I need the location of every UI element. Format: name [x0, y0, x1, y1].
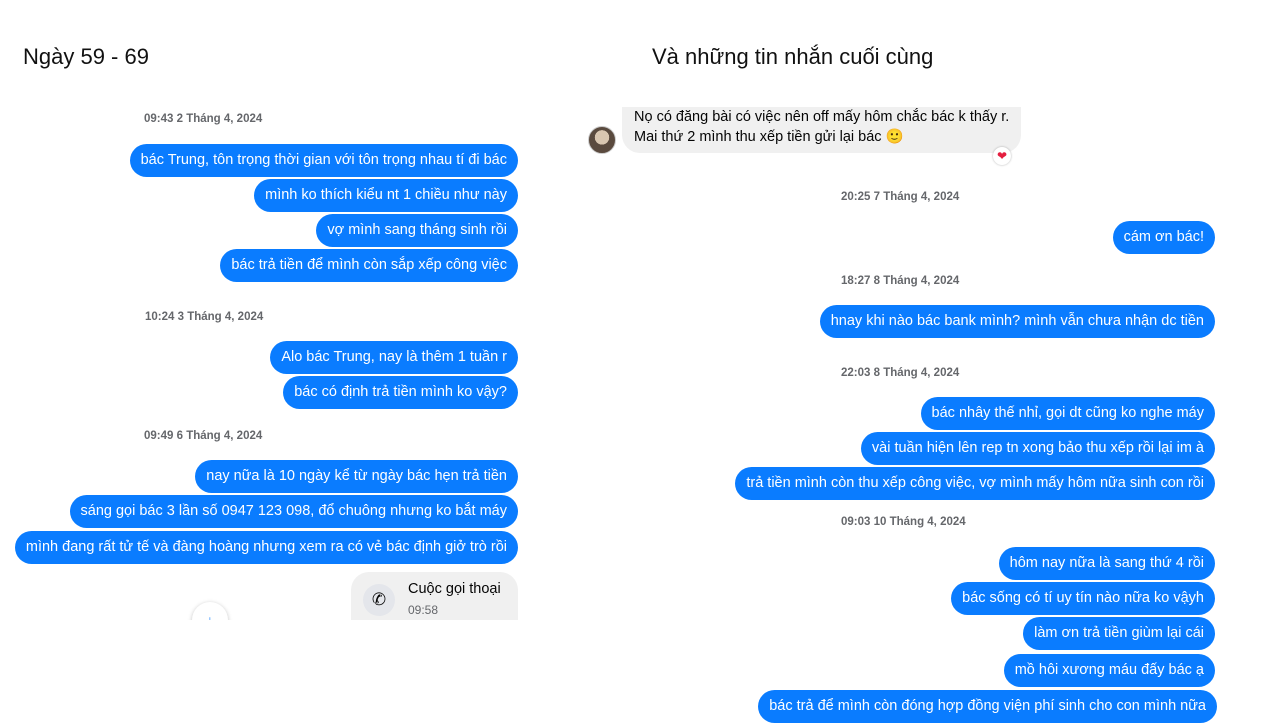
message-bubble[interactable]: làm ơn trả tiền giùm lại cái [1023, 617, 1215, 650]
timestamp: 18:27 8 Tháng 4, 2024 [841, 275, 960, 287]
left-heading: Ngày 59 - 69 [23, 44, 149, 69]
message-bubble[interactable]: nay nữa là 10 ngày kể từ ngày bác hẹn tr… [195, 460, 518, 493]
message-bubble[interactable]: bác Trung, tôn trọng thời gian với tôn t… [129, 144, 518, 177]
message-bubble[interactable]: bác nhây thế nhỉ, gọi dt cũng ko nghe má… [920, 397, 1215, 430]
message-bubble[interactable]: cám ơn bác! [1112, 221, 1215, 254]
call-time: 09:58 [408, 603, 439, 617]
message-bubble[interactable]: mình ko thích kiểu nt 1 chiều như này [254, 179, 518, 212]
call-title: Cuộc gọi thoại [408, 581, 501, 597]
timestamp: 10:24 3 Tháng 4, 2024 [145, 311, 264, 323]
message-bubble[interactable]: mồ hôi xương máu đấy bác ạ [1003, 654, 1215, 687]
message-bubble[interactable]: hôm nay nữa là sang thứ 4 rồi [998, 547, 1215, 580]
scroll-down-button[interactable]: ↓ [192, 602, 228, 620]
right-heading: Và những tin nhắn cuối cùng [652, 44, 934, 69]
message-bubble[interactable]: vài tuần hiện lên rep tn xong bảo thu xế… [860, 432, 1215, 465]
message-bubble[interactable]: bác trả để mình còn đóng hợp đồng viện p… [758, 690, 1217, 723]
message-bubble[interactable]: bác có định trả tiền mình ko vậy? [283, 376, 518, 409]
message-bubble[interactable]: bác sống có tí uy tín nào nữa ko vậyh [951, 582, 1215, 615]
message-bubble[interactable]: Alo bác Trung, nay là thêm 1 tuần r [270, 341, 518, 374]
arrow-down-icon: ↓ [206, 612, 214, 620]
message-bubble[interactable]: trả tiền mình còn thu xếp công việc, vợ … [735, 467, 1215, 500]
timestamp: 09:03 10 Tháng 4, 2024 [841, 516, 966, 528]
incoming-message-line: Mai thứ 2 mình thu xếp tiền gửi lại bác … [634, 129, 904, 145]
timestamp: 20:25 7 Tháng 4, 2024 [841, 191, 960, 203]
voice-call-card[interactable]: ✆ Cuộc gọi thoại 09:58 [351, 572, 518, 620]
right-chat-panel[interactable]: Nọ có đăng bài có việc nên off mấy hôm c… [580, 107, 1220, 723]
message-bubble[interactable]: mình đang rất tử tế và đàng hoàng nhưng … [14, 531, 518, 564]
incoming-message-bubble[interactable]: Nọ có đăng bài có việc nên off mấy hôm c… [622, 107, 1022, 153]
timestamp: 09:49 6 Tháng 4, 2024 [144, 430, 263, 442]
timestamp: 22:03 8 Tháng 4, 2024 [841, 367, 960, 379]
heart-reaction-icon[interactable]: ❤ [993, 147, 1011, 165]
incoming-message-line: Nọ có đăng bài có việc nên off mấy hôm c… [634, 109, 1010, 125]
message-bubble[interactable]: sáng gọi bác 3 lần số 0947 123 098, đổ c… [69, 495, 518, 528]
message-bubble[interactable]: vợ mình sang tháng sinh rồi [316, 214, 518, 247]
timestamp: 09:43 2 Tháng 4, 2024 [144, 113, 263, 125]
left-chat-panel[interactable]: 09:43 2 Tháng 4, 2024 bác Trung, tôn trọ… [0, 100, 520, 620]
message-bubble[interactable]: bác trả tiền để mình còn sắp xếp công vi… [220, 249, 518, 282]
missed-call-icon: ✆ [363, 584, 395, 616]
contact-avatar[interactable] [588, 126, 616, 154]
message-bubble[interactable]: hnay khi nào bác bank mình? mình vẫn chư… [819, 305, 1215, 338]
